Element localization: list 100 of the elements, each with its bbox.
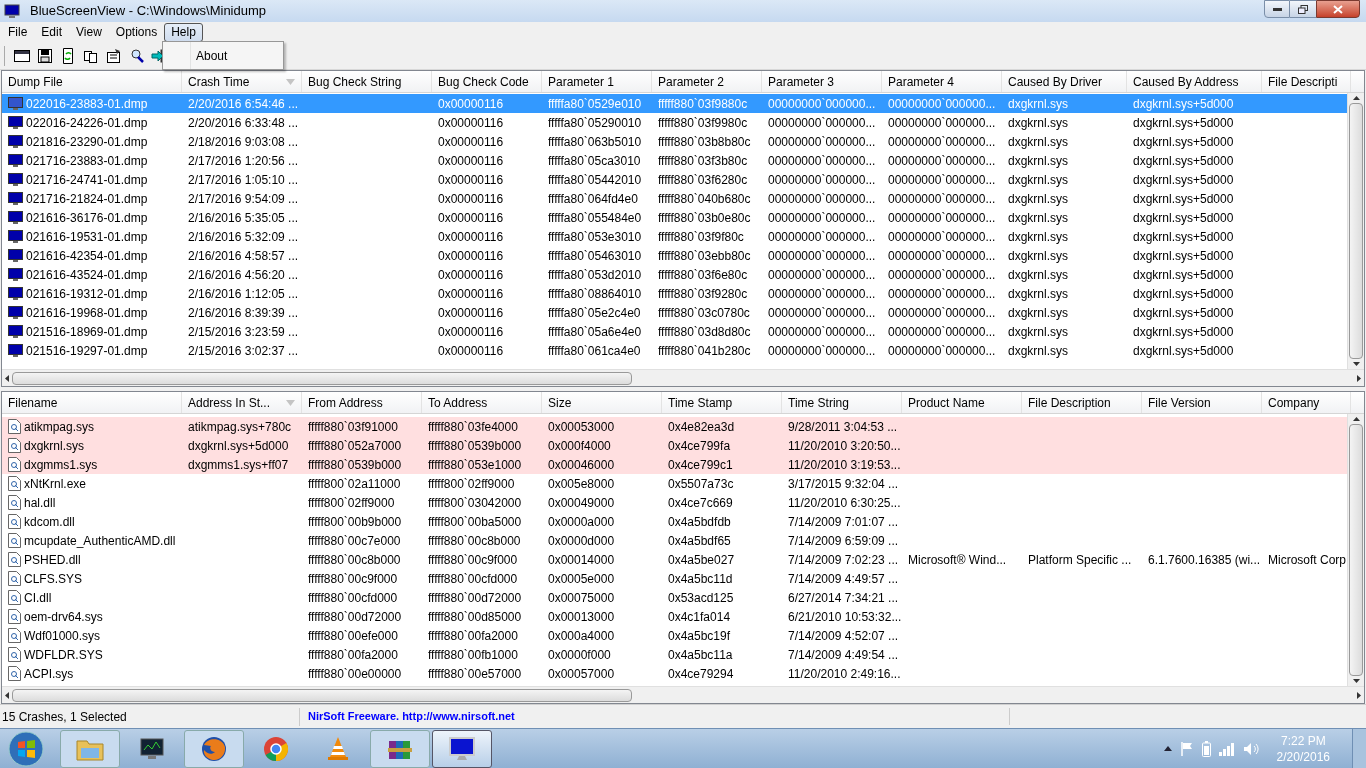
scroll-thumb[interactable] [12, 371, 632, 385]
module-row[interactable]: CLFS.SYS fffff880`00c9f000 fffff880`00cfd000 0x0005e000 0x4a5bc11d 7/14/2009 4:49:57 ... [2, 569, 1347, 588]
taskbar-button[interactable] [370, 729, 430, 768]
column-header[interactable]: Parameter 4 [882, 71, 1002, 92]
column-header[interactable]: Parameter 2 [652, 71, 762, 92]
column-header[interactable]: Parameter 3 [762, 71, 882, 92]
scroll-down-icon[interactable] [1352, 362, 1360, 366]
module-row[interactable]: mcupdate_AuthenticAMD.dll fffff880`00c7e000 fffff880`00c8b000 0x0000d000 0x4a5bdf65 7/14/2009 6:59:09 ... [2, 531, 1347, 550]
table-cell-text: 021616-43524-01.dmp [26, 266, 148, 284]
column-header[interactable]: File Descripti [1262, 71, 1351, 92]
table-cell-text: 00000000`000000... [768, 323, 876, 341]
table-cell-text: dxgkrnl.sys [1008, 228, 1069, 246]
search-icon[interactable] [128, 46, 146, 65]
crash-row[interactable]: 021616-43524-01.dmp 2/16/2016 4:56:20 ... 0x00000116 fffffa80`053d2010 fffff880`03f6e80c 00000000`000000... 00000000`000000... dxgkrnl.sys dxgkrnl.sys+5d000 [2, 265, 1347, 284]
show-hidden-icon[interactable] [1163, 746, 1172, 751]
scroll-down-icon[interactable] [1352, 679, 1360, 683]
crash-row[interactable]: 021816-23290-01.dmp 2/18/2016 9:03:08 ... 0x00000116 fffffa80`063b5010 fffff880`03b8b80c 00000000`000000... 00000000`000000... dxgkrnl.sys dxgkrnl.sys+5d000 [2, 132, 1347, 151]
column-header[interactable]: Time Stamp [662, 392, 782, 413]
module-row[interactable]: oem-drv64.sys fffff880`00d72000 fffff880`00d85000 0x00013000 0x4c1fa014 6/21/2010 10:53:32... [2, 607, 1347, 626]
table-cell-text: 7/14/2009 4:52:07 ... [788, 627, 899, 645]
crash-row[interactable]: 022016-24226-01.dmp 2/20/2016 6:33:48 ... 0x00000116 fffffa80`05290010 fffff880`03f9980c 00000000`000000... 00000000`000000... dxgkrnl.sys dxgkrnl.sys+5d000 [2, 113, 1347, 132]
module-row[interactable]: hal.dll fffff800`02ff9000 fffff800`03042000 0x00049000 0x4ce7c669 11/20/2010 6:30:25... [2, 493, 1347, 512]
crash-row[interactable]: 021716-23883-01.dmp 2/17/2016 1:20:56 ... 0x00000116 fffffa80`05ca3010 fffff880`03f3b80c 00000000`000000... 00000000`000000... dxgkrnl.sys dxgkrnl.sys+5d000 [2, 151, 1347, 170]
column-header[interactable]: Company [1262, 392, 1351, 413]
crash-row[interactable]: 021616-19312-01.dmp 2/16/2016 1:12:05 ... 0x00000116 fffffa80`08864010 fffff880`03f9280c 00000000`000000... 00000000`000000... dxgkrnl.sys dxgkrnl.sys+5d000 [2, 284, 1347, 303]
column-header[interactable]: Caused By Address [1127, 71, 1262, 92]
column-header[interactable]: Parameter 1 [542, 71, 652, 92]
scroll-right-icon[interactable] [1357, 374, 1361, 382]
crash-row[interactable]: 021516-19297-01.dmp 2/15/2016 3:02:37 ... 0x00000116 fffffa80`061ca4e0 fffff880`041b280c 00000000`000000... 00000000`000000... dxgkrnl.sys dxgkrnl.sys+5d000 [2, 341, 1347, 360]
column-header[interactable]: Time String [782, 392, 902, 413]
crash-row[interactable]: 021616-36176-01.dmp 2/16/2016 5:35:05 ... 0x00000116 fffffa80`055484e0 fffff880`03b0e80c 00000000`000000... 00000000`000000... dxgkrnl.sys dxgkrnl.sys+5d000 [2, 208, 1347, 227]
scroll-thumb[interactable] [12, 688, 632, 702]
table-cell-text: fffff880`03f9880c [658, 95, 748, 113]
column-header[interactable]: Size [542, 392, 662, 413]
column-header[interactable]: File Description [1022, 392, 1142, 413]
table-cell-text: fffff880`03ebb80c [658, 247, 751, 265]
scroll-left-icon[interactable] [5, 691, 9, 699]
scroll-up-icon[interactable] [1352, 417, 1360, 421]
column-header[interactable]: File Version [1142, 392, 1262, 413]
table-cell-text: 0x00000116 [438, 190, 504, 208]
menu-item[interactable]: File [1, 22, 35, 42]
minimize-button[interactable] [1264, 0, 1290, 18]
menu-item[interactable]: View [69, 22, 109, 42]
scroll-thumb[interactable] [1349, 103, 1363, 359]
crash-row[interactable]: 021616-19531-01.dmp 2/16/2016 5:32:09 ... 0x00000116 fffffa80`053e3010 fffff880`03f9f80c 00000000`000000... 00000000`000000... dxgkrnl.sys dxgkrnl.sys+5d000 [2, 227, 1347, 246]
vertical-scrollbar[interactable] [1347, 93, 1364, 369]
module-row[interactable]: ACPI.sys fffff880`00e00000 fffff880`00e57000 0x00057000 0x4ce79294 11/20/2010 2:49:16... [2, 664, 1347, 683]
column-header[interactable]: Product Name [902, 392, 1022, 413]
scroll-thumb[interactable] [1349, 424, 1363, 676]
maximize-button[interactable] [1290, 0, 1316, 18]
scroll-up-icon[interactable] [1352, 96, 1360, 100]
menu-item[interactable]: Help [164, 22, 203, 42]
horizontal-scrollbar[interactable] [2, 686, 1364, 703]
menu-option[interactable]: About [191, 46, 228, 65]
column-header[interactable]: To Address [422, 392, 542, 413]
file-icon [8, 552, 21, 567]
crash-row[interactable]: 021616-42354-01.dmp 2/16/2016 4:58:57 ... 0x00000116 fffffa80`05463010 fffff880`03ebb80c 00000000`000000... 00000000`000000... dxgkrnl.sys dxgkrnl.sys+5d000 [2, 246, 1347, 265]
table-cell-text: dxgkrnl.sys+5d000 [1133, 133, 1234, 151]
module-row[interactable]: dxgmms1.sys dxgmms1.sys+ff07 fffff880`0539b000 fffff880`053e1000 0x00046000 0x4ce799c1 11/20/2010 3:19:53... [2, 455, 1347, 474]
properties-icon[interactable] [105, 46, 123, 65]
module-row[interactable]: Wdf01000.sys fffff880`00efe000 fffff880`00fa2000 0x000a4000 0x4a5bc19f 7/14/2009 4:52:07 ... [2, 626, 1347, 645]
module-row[interactable]: WDFLDR.SYS fffff880`00fa2000 fffff880`00fb1000 0x0000f000 0x4a5bc11a 7/14/2009 4:49:54 ... [2, 645, 1347, 664]
save-icon[interactable] [36, 46, 54, 65]
table-cell-text: dxgkrnl.sys+5d000 [1133, 285, 1234, 303]
table-cell-text: 00000000`000000... [768, 304, 876, 322]
close-button[interactable] [1316, 0, 1360, 18]
column-header[interactable]: Crash Time [182, 71, 302, 92]
column-header[interactable]: Address In St... [182, 392, 302, 413]
taskbar-button[interactable] [432, 729, 492, 768]
website-link[interactable]: NirSoft Freeware. http://www.nirsoft.net [300, 708, 1010, 725]
horizontal-scrollbar[interactable] [2, 369, 1364, 386]
module-row[interactable]: atikmpag.sys atikmpag.sys+780c fffff880`03f91000 fffff880`03fe4000 0x00053000 0x4e82ea3d 9/28/2011 3:04:53 ... [2, 417, 1347, 436]
column-header[interactable]: Filename [2, 392, 182, 413]
column-header[interactable]: Caused By Driver [1002, 71, 1127, 92]
column-header[interactable]: Bug Check Code [432, 71, 542, 92]
table-cell-text: 0x0000f000 [548, 646, 611, 664]
crash-row[interactable]: 021616-19968-01.dmp 2/16/2016 8:39:39 ... 0x00000116 fffffa80`05e2c4e0 fffff880`03c0780c 00000000`000000... 00000000`000000... dxgkrnl.sys dxgkrnl.sys+5d000 [2, 303, 1347, 322]
menu-item[interactable]: Edit [34, 22, 70, 42]
table-cell-text: 2/15/2016 3:02:37 ... [188, 342, 299, 360]
module-row[interactable]: dxgkrnl.sys dxgkrnl.sys+5d000 fffff880`052a7000 fffff880`0539b000 0x000f4000 0x4ce799fa 11/20/2010 3:20:50... [2, 436, 1347, 455]
vertical-scrollbar[interactable] [1347, 414, 1364, 686]
module-row[interactable]: PSHED.dll fffff880`00c8b000 fffff880`00c9f000 0x00014000 0x4a5be027 7/14/2009 7:02:23 ... Microsoft® Wind... Platform Specific ... 6.1.7600.16385 (wi... Microsoft Corp [2, 550, 1347, 569]
table-cell-text: dxgkrnl.sys+5d000 [1133, 304, 1234, 322]
table-cell-text: 0x00014000 [548, 551, 615, 569]
column-header[interactable]: From Address [302, 392, 422, 413]
crash-row[interactable]: 021516-18969-01.dmp 2/15/2016 3:23:59 ... 0x00000116 fffffa80`05a6e4e0 fffff880`03d8d80c 00000000`000000... 00000000`000000... dxgkrnl.sys dxgkrnl.sys+5d000 [2, 322, 1347, 341]
column-header[interactable]: Dump File [2, 71, 182, 92]
crash-row[interactable]: 021716-24741-01.dmp 2/17/2016 1:05:10 ... 0x00000116 fffffa80`05442010 fffff880`03f6280c 00000000`000000... 00000000`000000... dxgkrnl.sys dxgkrnl.sys+5d000 [2, 170, 1347, 189]
crash-row[interactable]: 021716-21824-01.dmp 2/17/2016 9:54:09 ... 0x00000116 fffffa80`064fd4e0 fffff880`040b680c 00000000`000000... 00000000`000000... dxgkrnl.sys dxgkrnl.sys+5d000 [2, 189, 1347, 208]
scroll-left-icon[interactable] [5, 374, 9, 382]
module-row[interactable]: CI.dll fffff880`00cfd000 fffff880`00d72000 0x00075000 0x53acd125 6/27/2014 7:34:21 ... [2, 588, 1347, 607]
scroll-right-icon[interactable] [1357, 691, 1361, 699]
table-cell-text: 0x00053000 [548, 418, 615, 436]
taskbar-button[interactable] [184, 729, 244, 768]
column-header[interactable]: Bug Check String [302, 71, 432, 92]
table-cell-text: oem-drv64.sys [24, 608, 103, 626]
menu-item[interactable]: Options [108, 22, 165, 42]
module-row[interactable]: kdcom.dll fffff800`00b9b000 fffff800`00ba5000 0x0000a000 0x4a5bdfdb 7/14/2009 7:01:07 ... [2, 512, 1347, 531]
module-row[interactable]: xNtKrnl.exe fffff800`02a11000 fffff800`02ff9000 0x005e8000 0x5507a73c 3/17/2015 9:32:04 ... [2, 474, 1347, 493]
table-cell-text: fffff880`00fb1000 [428, 646, 518, 664]
